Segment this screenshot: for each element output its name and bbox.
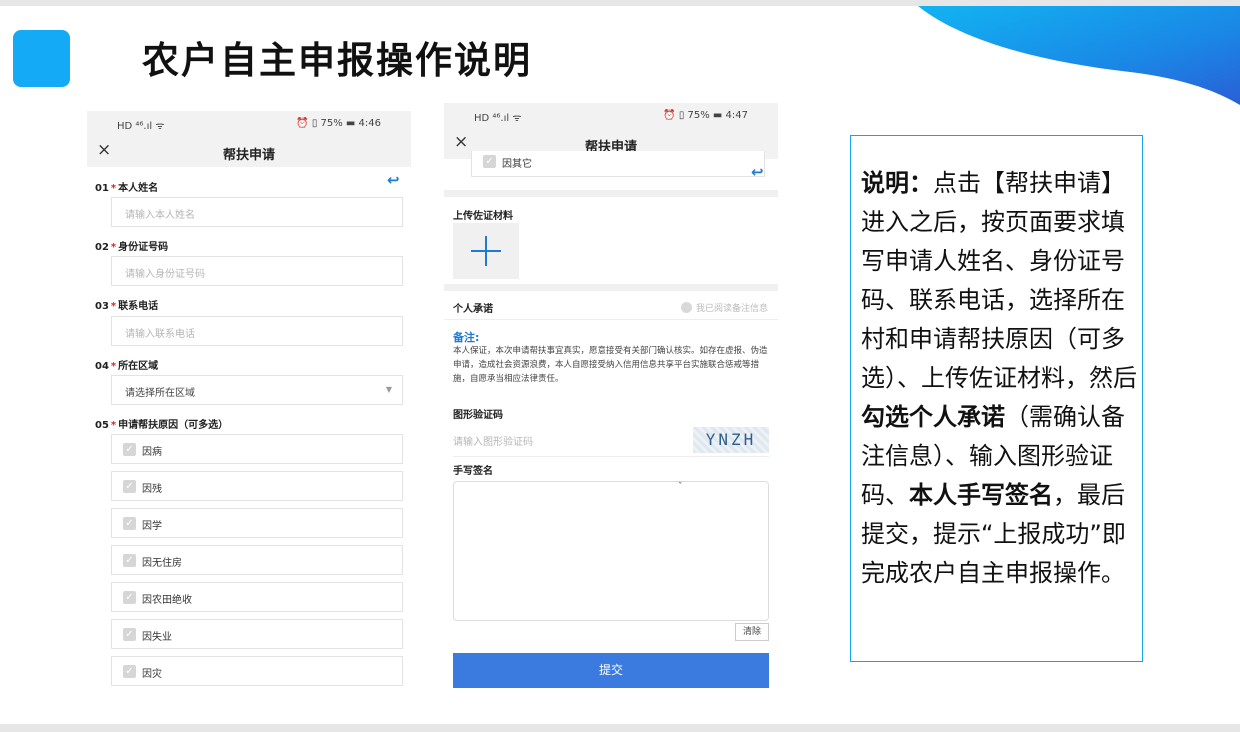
check-icon: ✓ [123, 517, 136, 530]
check-icon: ✓ [123, 665, 136, 678]
section-divider [444, 190, 778, 197]
reason-checkbox[interactable]: ✓ 因无住房 [111, 545, 403, 575]
phone-input[interactable]: 请输入联系电话 [111, 316, 403, 346]
reason-checkbox[interactable]: ✓ 因残 [111, 471, 403, 501]
status-bar: HD ⁴⁶.ıl ᯤ ⏰ ▯ 75% ▬ 4:47 [444, 103, 778, 129]
clear-button[interactable]: 清除 [735, 623, 769, 641]
check-icon: ✓ [123, 480, 136, 493]
note-body: 本人保证，本次申请帮扶事宜真实，愿意接受有关部门确认核实。如存在虚报、伪造申请，… [453, 346, 768, 384]
nav-bar: × 帮扶申请 [87, 137, 411, 167]
status-right: ⏰ ▯ 75% ▬ 4:47 [663, 110, 748, 121]
region-select[interactable]: 请选择所在区域 ▼ [111, 375, 403, 405]
undo-icon[interactable]: ↩ [751, 163, 764, 181]
captcha-image[interactable]: YNZH [693, 427, 769, 453]
field-label-region: 04 * 所在区域 [95, 361, 159, 372]
signature-label: 手写签名 [453, 466, 493, 477]
explanation-box: 说明：点击【帮扶申请】进入之后，按页面要求填写申请人姓名、身份证号码、联系电话，… [850, 135, 1143, 662]
id-number-input[interactable]: 请输入身份证号码 [111, 256, 403, 286]
signature-stroke: ˇ [678, 482, 683, 492]
signature-pad[interactable]: ˇ [453, 481, 769, 621]
section-divider [444, 284, 778, 291]
name-input[interactable]: 请输入本人姓名 [111, 197, 403, 227]
note-title: 备注: [453, 331, 480, 344]
radio-icon [680, 302, 692, 313]
commitment-label: 个人承诺 [453, 304, 493, 315]
field-label-name: 01 * 本人姓名 [95, 183, 159, 194]
check-icon: ✓ [123, 628, 136, 641]
undo-icon[interactable]: ↩ [387, 171, 400, 189]
status-bar: HD ⁴⁶.ıl ᯤ ⏰ ▯ 75% ▬ 4:46 [87, 111, 411, 137]
captcha-input[interactable]: 请输入图形验证码 YNZH [453, 427, 769, 457]
reason-checkbox[interactable]: ✓ 因失业 [111, 619, 403, 649]
upload-label: 上传佐证材料 [453, 211, 513, 222]
reason-checkbox[interactable]: ✓ 因其它 [471, 151, 765, 177]
field-label-id: 02 * 身份证号码 [95, 242, 169, 253]
page-title: 帮扶申请 [222, 148, 275, 163]
check-icon: ✓ [123, 443, 136, 456]
check-icon: ✓ [483, 155, 496, 168]
check-icon: ✓ [123, 591, 136, 604]
phone-screenshot-form: HD ⁴⁶.ıl ᯤ ⏰ ▯ 75% ▬ 4:46 × 帮扶申请 ↩ 01 * 本人… [87, 111, 411, 686]
reason-checkbox[interactable]: ✓ 因灾 [111, 656, 403, 686]
slide-bottom-strip [0, 724, 1240, 732]
phone-screenshot-submit: HD ⁴⁶.ıl ᯤ ⏰ ▯ 75% ▬ 4:47 × 帮扶申请 ✓ 因其它 ↩ … [444, 103, 778, 688]
accent-square [13, 30, 70, 87]
status-right: ⏰ ▯ 75% ▬ 4:46 [296, 118, 381, 129]
consent-checkbox[interactable]: 我已阅读备注信息 [680, 301, 768, 314]
field-label-phone: 03 * 联系电话 [95, 301, 159, 312]
signal-icon: HD ⁴⁶.ıl ᯤ [474, 113, 522, 124]
field-label-reasons: 05 * 申请帮扶原因（可多选） [95, 420, 229, 431]
check-icon: ✓ [123, 554, 136, 567]
chevron-down-icon: ▼ [385, 385, 392, 394]
divider [444, 319, 778, 320]
slide-title: 农户自主申报操作说明 [142, 39, 532, 82]
reason-checkbox[interactable]: ✓ 因学 [111, 508, 403, 538]
signal-icon: HD ⁴⁶.ıl ᯤ [117, 121, 165, 132]
explanation-text: 说明：点击【帮扶申请】进入之后，按页面要求填写申请人姓名、身份证号码、联系电话，… [861, 169, 1137, 587]
captcha-label: 图形验证码 [453, 410, 503, 421]
submit-button[interactable]: 提交 [453, 653, 769, 688]
upload-button[interactable] [453, 223, 519, 279]
reason-checkbox[interactable]: ✓ 因病 [111, 434, 403, 464]
reason-checkbox[interactable]: ✓ 因农田绝收 [111, 582, 403, 612]
